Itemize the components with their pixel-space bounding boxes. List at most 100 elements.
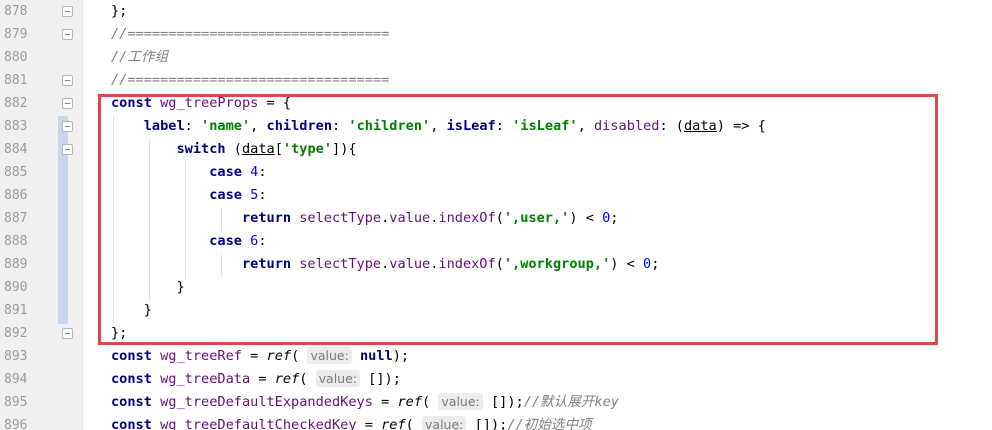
parameter-hint: value:: [438, 393, 483, 410]
code-token: wg_treeData: [160, 371, 251, 387]
code-line[interactable]: 886 case 5:: [0, 184, 992, 207]
code-text: const wg_treeData = ref( value: []);: [111, 368, 401, 391]
parameter-hint: value:: [315, 370, 360, 387]
code-line[interactable]: 888 case 6:: [0, 230, 992, 253]
code-token: =: [241, 348, 267, 364]
code-token: value: [389, 256, 431, 272]
code-token: ref: [266, 348, 292, 364]
code-line[interactable]: 896 const wg_treeDefaultCheckedKey = ref(…: [0, 414, 992, 430]
code-token: switch: [176, 141, 226, 157]
parameter-hint: value:: [422, 416, 467, 430]
code-line[interactable]: 887 return selectType.value.indexOf(',us…: [0, 207, 992, 230]
code-token: [: [274, 141, 283, 157]
code-token: wg_treeProps: [160, 95, 259, 111]
code-token: selectType: [299, 256, 382, 272]
code-line[interactable]: 885 case 4:: [0, 161, 992, 184]
line-number: 895: [4, 395, 28, 410]
code-text: //工作组: [111, 46, 168, 69]
code-line[interactable]: 890 }: [0, 276, 992, 299]
code-line[interactable]: 884 switch (data['type']){: [0, 138, 992, 161]
line-number: 890: [4, 280, 28, 295]
line-number: 878: [4, 4, 28, 19]
code-text: return selectType.value.indexOf(',user,'…: [111, 207, 619, 230]
code-token: =: [356, 417, 382, 430]
code-text: const wg_treeDefaultCheckedKey = ref( va…: [111, 414, 592, 430]
code-line[interactable]: 894 const wg_treeData = ref( value: []);: [0, 368, 992, 391]
code-token: const: [111, 348, 152, 364]
code-token: =: [250, 371, 275, 387]
code-token: data: [684, 118, 717, 134]
code-text: const wg_treeDefaultExpandedKeys = ref( …: [111, 391, 619, 414]
code-line[interactable]: 882 const wg_treeProps = {: [0, 92, 992, 115]
code-token: const: [111, 394, 152, 410]
code-token: = {: [258, 95, 292, 111]
code-token: };: [111, 3, 128, 19]
fold-toggle-icon[interactable]: [62, 29, 73, 40]
code-line[interactable]: 893 const wg_treeRef = ref( value: null);: [0, 345, 992, 368]
code-token: wg_treeRef: [160, 348, 242, 364]
code-line[interactable]: 883 label: 'name', children: 'children',…: [0, 115, 992, 138]
line-number: 880: [4, 50, 28, 65]
line-number: 888: [4, 234, 28, 249]
line-number: 891: [4, 303, 28, 318]
code-text: const wg_treeRef = ref( value: null);: [111, 345, 409, 368]
fold-toggle-icon[interactable]: [62, 75, 73, 86]
line-number: 885: [4, 165, 28, 180]
line-number: 887: [4, 211, 28, 226]
line-number: 881: [4, 73, 28, 88]
code-text: case 5:: [111, 184, 267, 207]
parameter-hint: value:: [307, 347, 352, 364]
fold-toggle-icon[interactable]: [62, 98, 73, 109]
line-number: 884: [4, 142, 28, 157]
code-line[interactable]: 878};: [0, 0, 992, 23]
code-line[interactable]: 895 const wg_treeDefaultExpandedKeys = re…: [0, 391, 992, 414]
line-number: 883: [4, 119, 28, 134]
fold-toggle-icon[interactable]: [62, 6, 73, 17]
code-token: isLeaf: [446, 118, 496, 134]
code-token: ) <: [569, 210, 603, 226]
code-text: };: [111, 322, 127, 345]
code-token: 'type': [282, 141, 333, 157]
code-line[interactable]: 892};: [0, 322, 992, 345]
code-line[interactable]: 879 //================================: [0, 23, 992, 46]
code-token: indexOf: [438, 256, 496, 272]
code-token: :: [258, 187, 267, 203]
code-token: selectType: [299, 210, 382, 226]
code-token: label: [143, 118, 185, 134]
code-token: ;: [610, 210, 619, 226]
fold-toggle-icon[interactable]: [62, 144, 73, 155]
code-editor[interactable]: 878}; 879 //==============================…: [0, 0, 992, 430]
code-line[interactable]: 891 }: [0, 299, 992, 322]
code-token: ) => {: [716, 118, 766, 134]
code-line[interactable]: 889 return selectType.value.indexOf(',wo…: [0, 253, 992, 276]
code-token: :: [184, 118, 202, 134]
fold-toggle-icon[interactable]: [62, 121, 73, 132]
code-token: :: [495, 118, 513, 134]
code-text: }: [111, 299, 152, 322]
line-number: 892: [4, 326, 28, 341]
code-token: ,: [430, 118, 447, 134]
code-token: ,: [250, 118, 267, 134]
code-text: const wg_treeProps = {: [111, 92, 291, 115]
code-line[interactable]: 880 //工作组: [0, 46, 992, 69]
code-token: ',user,': [503, 210, 570, 226]
code-token: ref: [397, 394, 423, 410]
code-token: wg_treeDefaultExpandedKeys: [160, 394, 373, 410]
fold-toggle-icon[interactable]: [62, 328, 73, 339]
code-token: case: [209, 233, 242, 249]
code-line[interactable]: 881 //================================: [0, 69, 992, 92]
code-token: []);: [482, 394, 524, 410]
code-text: //================================: [111, 69, 389, 92]
code-token: 'children': [348, 118, 431, 134]
line-number: 889: [4, 257, 28, 272]
code-text: switch (data['type']){: [111, 138, 356, 161]
code-token: (: [495, 210, 504, 226]
code-token: const: [111, 417, 152, 430]
